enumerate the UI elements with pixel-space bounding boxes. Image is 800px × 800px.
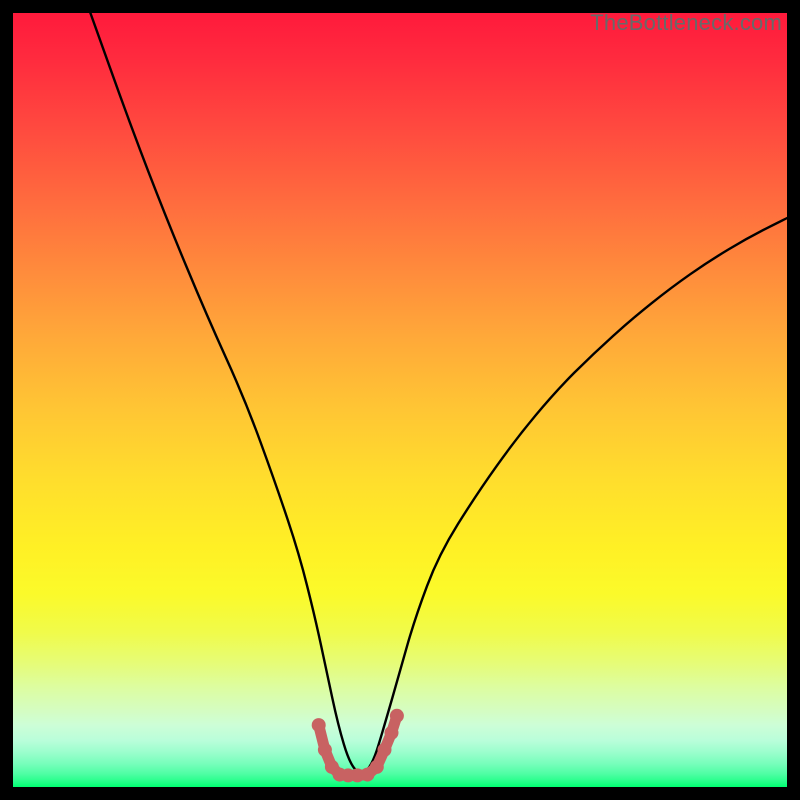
plot-area [13,13,787,787]
highlight-dot [378,743,392,757]
highlight-dot [318,743,332,757]
highlight-dot [385,726,399,740]
highlight-dot [370,760,384,774]
bottleneck-curve [90,13,787,773]
chart-stage: TheBottleneck.com [0,0,800,800]
attribution-text: TheBottleneck.com [590,10,782,36]
highlight-dot [312,718,326,732]
highlight-markers [312,709,404,783]
curve-layer [13,13,787,787]
highlight-dot [390,709,404,723]
